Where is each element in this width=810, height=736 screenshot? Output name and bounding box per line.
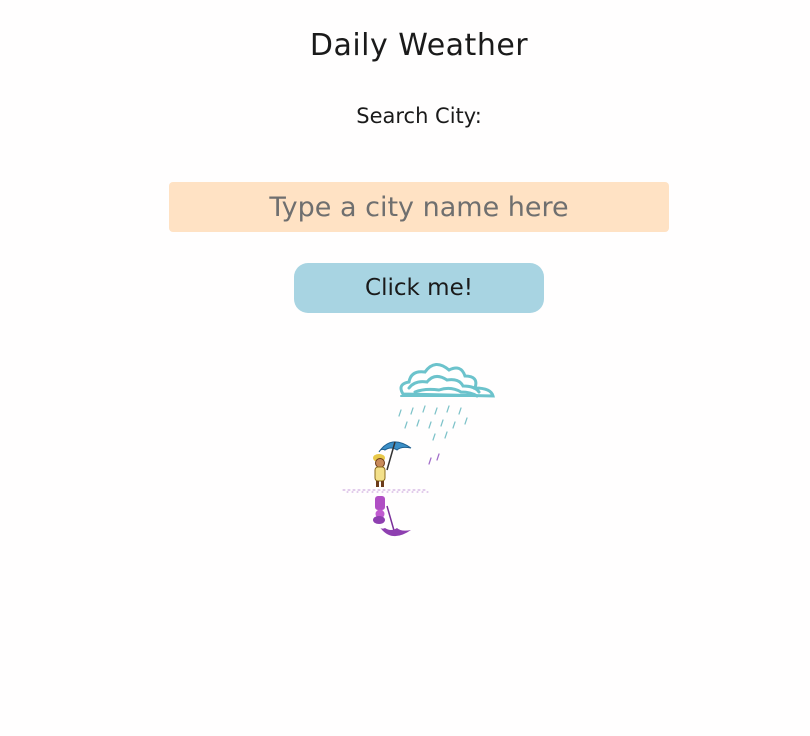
weather-page: Daily Weather Search City: Click me! [0,0,810,736]
city-search-input[interactable] [169,182,669,232]
page-title: Daily Weather [309,28,529,63]
rain-drops [398,405,468,465]
person-icon [373,454,386,487]
search-city-label: Search City: [356,104,482,128]
ground-sparkles [342,489,432,493]
cloud-icon [399,363,495,398]
rain-cloud-umbrella-person-icon [342,363,495,537]
click-me-button[interactable]: Click me! [294,263,544,313]
reflection-icon [373,496,411,537]
